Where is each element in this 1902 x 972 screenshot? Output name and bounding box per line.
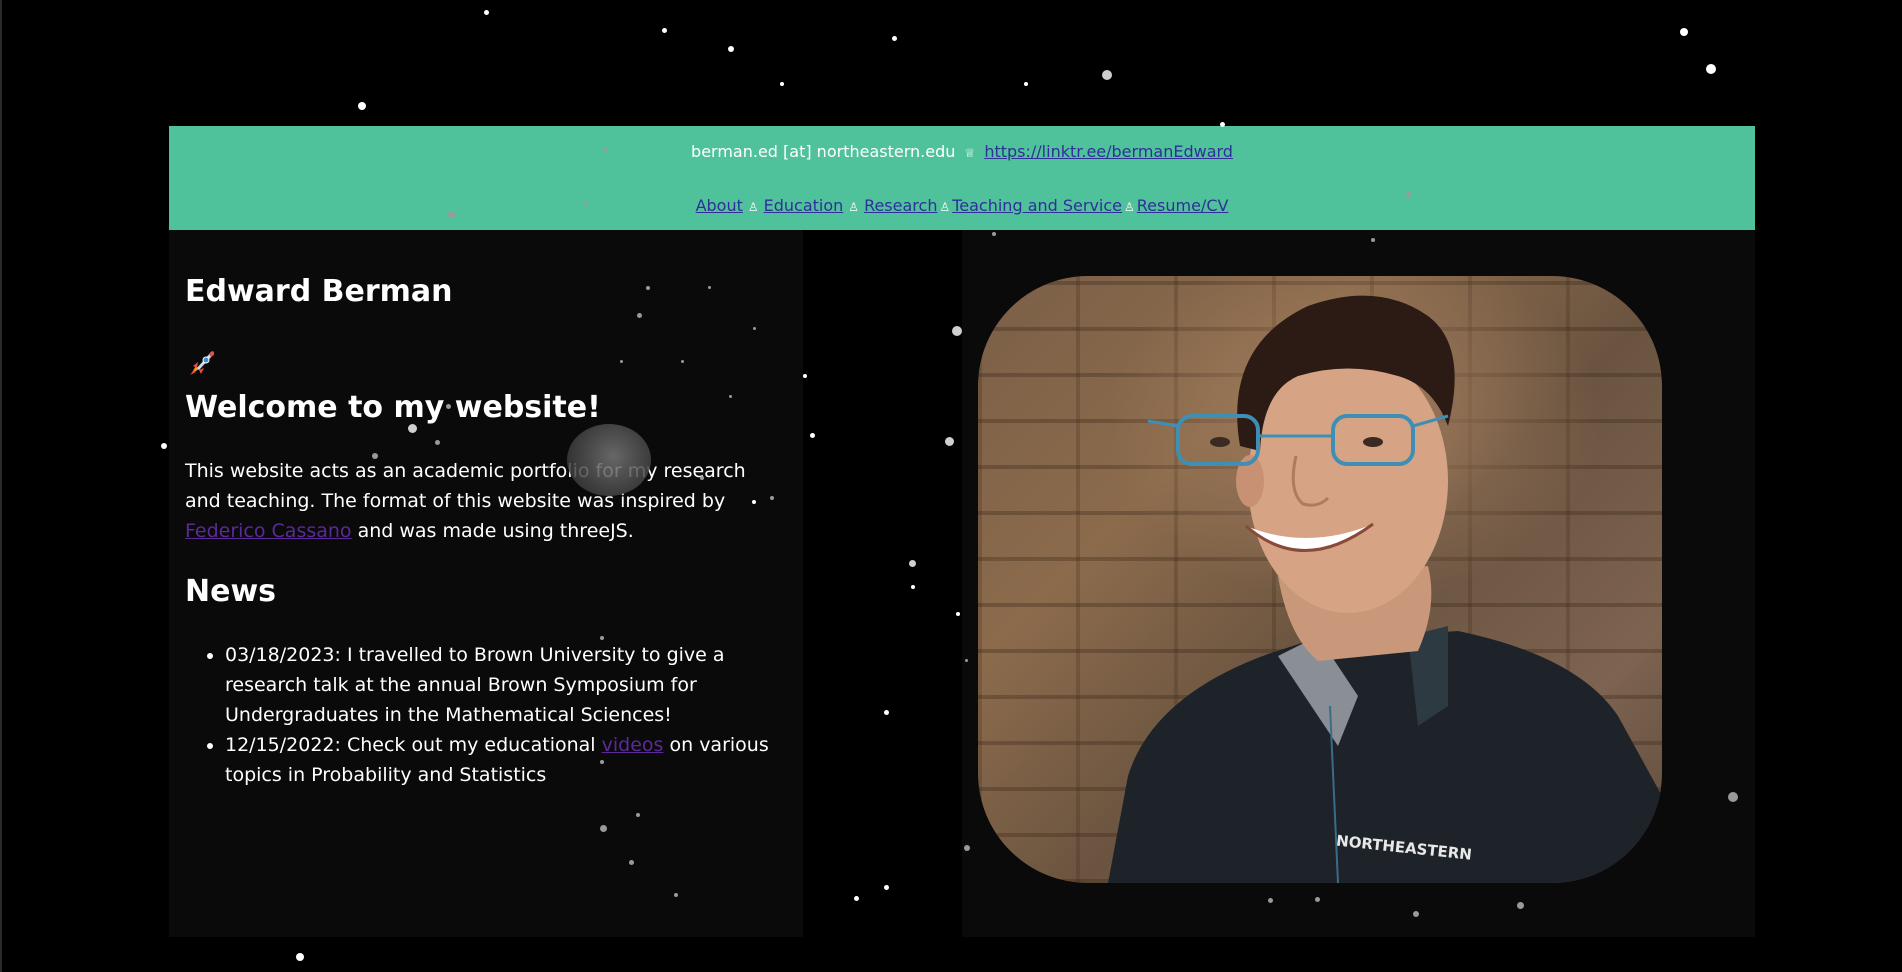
nav-education[interactable]: Education xyxy=(764,196,844,215)
star-dot xyxy=(945,437,954,446)
star-dot xyxy=(892,36,897,41)
star-dot xyxy=(296,953,304,961)
intro-end-text: and was made using threeJS. xyxy=(357,520,634,542)
news-heading: News xyxy=(185,574,277,609)
star-dot xyxy=(1680,28,1688,36)
star-dot xyxy=(728,46,734,52)
star-dot xyxy=(1024,82,1028,86)
star-dot xyxy=(1706,64,1716,74)
main-nav: About ♙ Education ♙ Research ♙ Teaching and Se… xyxy=(169,196,1755,215)
star-dot xyxy=(952,326,962,336)
news-item-text: 03/18/2023: I travelled to Brown Univers… xyxy=(225,644,725,726)
star-dot xyxy=(911,585,915,589)
news-item: 03/18/2023: I travelled to Brown Univers… xyxy=(225,640,805,730)
contact-line: berman.ed [at] northeastern.edu ♕ https:… xyxy=(169,142,1755,161)
nav-teaching-service[interactable]: Teaching and Service xyxy=(952,196,1122,215)
nav-research[interactable]: Research xyxy=(864,196,937,215)
star-dot xyxy=(484,10,489,15)
videos-link[interactable]: videos xyxy=(602,734,664,756)
star-dot xyxy=(854,896,859,901)
pawn-separator-icon: ♙ xyxy=(747,200,759,214)
star-dot xyxy=(956,612,960,616)
linktree-link[interactable]: https://linktr.ee/bermanEdward xyxy=(984,142,1233,161)
site-header: berman.ed [at] northeastern.edu ♕ https:… xyxy=(169,126,1755,230)
pawn-separator-icon: ♙ xyxy=(848,200,860,214)
star-dot xyxy=(884,885,889,890)
pawn-separator-icon: ♙ xyxy=(939,200,951,214)
intro-paragraph: This website acts as an academic portfol… xyxy=(185,456,785,546)
intro-text: This website acts as an academic portfol… xyxy=(185,460,746,512)
star-dot xyxy=(161,443,167,449)
federico-cassano-link[interactable]: Federico Cassano xyxy=(185,520,352,542)
nav-about[interactable]: About xyxy=(696,196,743,215)
profile-photo: NORTHEASTERN xyxy=(978,276,1662,883)
star-dot xyxy=(662,28,667,33)
news-list: 03/18/2023: I travelled to Brown Univers… xyxy=(185,640,805,790)
email-text: berman.ed [at] northeastern.edu xyxy=(691,142,956,161)
rocket-icon xyxy=(190,351,215,375)
welcome-heading: Welcome to my website! xyxy=(185,390,601,425)
crown-separator-icon: ♕ xyxy=(964,146,976,160)
news-item: 12/15/2022: Check out my educational vid… xyxy=(225,730,805,790)
window-edge xyxy=(0,0,2,972)
star-dot xyxy=(803,374,807,378)
photo-panel: NORTHEASTERN xyxy=(962,230,1755,937)
page-title: Edward Berman xyxy=(185,274,453,309)
star-dot xyxy=(810,433,815,438)
star-dot xyxy=(909,560,916,567)
pawn-separator-icon: ♙ xyxy=(1124,200,1135,214)
star-dot xyxy=(780,82,784,86)
star-dot xyxy=(1102,70,1112,80)
star-dot xyxy=(884,710,889,715)
moon-sphere xyxy=(567,424,651,496)
nav-resume-cv[interactable]: Resume/CV xyxy=(1137,196,1229,215)
about-panel: Edward Berman Welcome to my website! Thi… xyxy=(169,230,803,937)
star-dot xyxy=(358,102,366,110)
news-item-text: 12/15/2022: Check out my educational xyxy=(225,734,596,756)
